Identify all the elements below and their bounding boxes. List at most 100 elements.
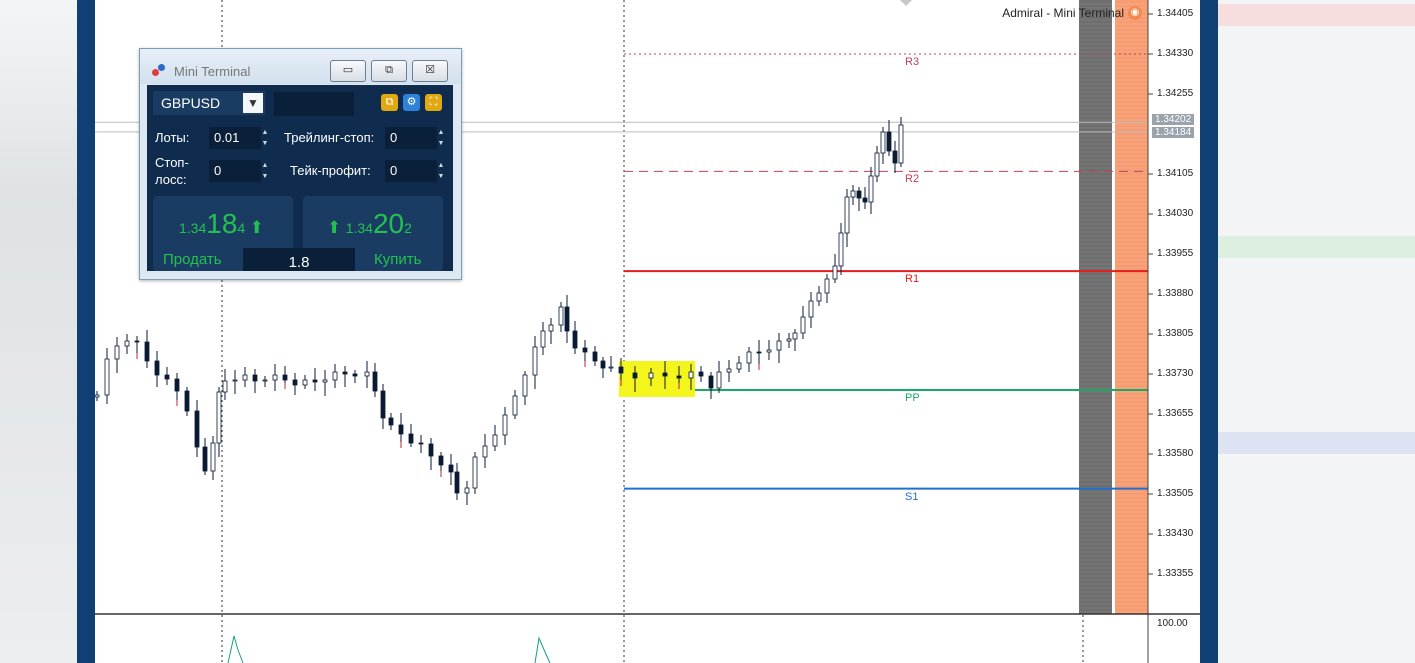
candle-bear [862,197,868,203]
candle-bull [868,175,874,203]
close-button[interactable]: ☒ [412,60,448,82]
stepper-up-icon[interactable]: ▲ [436,127,446,138]
candle-bull [608,366,614,369]
subwindow-scale-label: 100.00 [1157,618,1188,629]
candle-bull [124,340,130,347]
pivot-label-s1: S1 [905,490,919,503]
candle-bull [800,316,806,334]
stepper-down-icon[interactable]: ▼ [436,171,446,182]
buy-price-prefix: 1.34 [345,220,373,236]
candle-bear [352,373,358,377]
candle-bull [95,394,100,398]
expand-icon[interactable]: ⛶ [425,94,442,111]
price-axis-label: 1.33730 [1157,368,1194,379]
indicator-trace [227,635,244,663]
candle-bear [342,371,348,375]
stepper-down-icon[interactable]: ▼ [260,138,270,149]
candle-bear [662,372,668,377]
candle-bull [512,395,518,416]
copy-icon[interactable]: ⧉ [381,94,398,111]
candle-bull [766,349,772,353]
stepper-down-icon[interactable]: ▼ [260,171,270,182]
price-axis-label: 1.33580 [1157,448,1194,459]
candle-bull [492,434,498,447]
candle-bull [540,330,546,348]
stepper-up-icon[interactable]: ▲ [260,160,270,171]
stepper-up-icon[interactable]: ▲ [436,160,446,171]
candle-bear [134,340,140,343]
candle-bull [746,351,752,364]
take-profit-label: Тейк-профит: [290,163,371,178]
price-axis-label: 1.33430 [1157,528,1194,539]
pivot-label-pp: PP [905,392,920,404]
candle-bull [786,338,792,342]
scroll-marker [900,0,912,6]
price-axis-label: 1.33505 [1157,488,1194,499]
stop-loss-label-line1: Стоп- [155,155,189,170]
candle-bull [114,345,120,360]
stop-loss-stepper[interactable]: ▲ ▼ [260,160,270,182]
candle-bear [592,351,598,362]
candle-bear [202,446,208,472]
candle-bull [816,292,822,302]
candle-bear [408,433,414,444]
sell-price-prefix: 1.34 [179,220,207,236]
highlight-box [619,361,695,397]
buy-price-fraction: 2 [404,220,412,236]
stepper-down-icon[interactable]: ▼ [436,138,446,149]
candle-bear [572,330,578,349]
take-profit-input[interactable]: 0 [385,160,437,182]
trailing-stop-input[interactable]: 0 [385,127,437,149]
candle-bull [648,372,654,379]
order-info-field [274,92,354,116]
candle-bear [708,375,714,389]
price-axis-label: 1.34030 [1157,208,1194,219]
price-axis-label: 1.33655 [1157,408,1194,419]
candle-bear [856,190,862,199]
mini-terminal-body: GBPUSD ▼ ⧉ ⚙ ⛶ Лоты: 0.01 ▲ ▼ Трейлинг-ст… [147,85,453,271]
candle-bull [898,124,904,164]
settings-icon[interactable]: ⚙ [403,94,420,111]
price-axis-label: 1.34255 [1157,88,1194,99]
candle-bear [380,390,386,419]
minimize-button[interactable]: ▭ [330,60,366,82]
lots-stepper[interactable]: ▲ ▼ [260,127,270,149]
candle-bear [372,371,378,392]
candle-bull [792,332,798,340]
candle-bull [522,374,528,397]
candle-bear [312,379,318,383]
candle-bull [482,445,488,458]
trailing-stop-label: Трейлинг-стоп: [284,130,375,145]
stepper-up-icon[interactable]: ▲ [260,127,270,138]
mini-terminal-title: Mini Terminal [174,64,251,79]
candle-bull [548,324,554,332]
restore-button[interactable]: ⧉ [371,60,407,82]
chart-window-title: Admiral - Mini Terminal [1002,6,1124,20]
sell-price-pips: 18 [206,208,238,239]
trailing-stop-stepper[interactable]: ▲ ▼ [436,127,446,149]
indicator-trace [534,636,551,663]
candle-bear [252,374,258,382]
chevron-down-icon[interactable]: ▼ [243,93,263,113]
price-axis-label: 1.33955 [1157,248,1194,259]
mini-terminal-titlebar[interactable]: Mini Terminal ▭ ⧉ ☒ [140,49,461,84]
candle-bear [428,443,434,457]
pivot-label-r2: R2 [905,173,920,186]
price-axis-label: 1.34405 [1157,8,1194,19]
stop-loss-input[interactable]: 0 [209,160,261,182]
admiral-logo-icon: ◉ [1128,6,1142,20]
mini-terminal-window[interactable]: Mini Terminal ▭ ⧉ ☒ GBPUSD ▼ ⧉ ⚙ ⛶ Лоты:… [139,48,462,280]
buy-label: Купить [374,251,422,268]
candle-bull [880,131,886,154]
candle-bull [776,340,782,351]
candle-bull [322,379,328,383]
sell-quote: 1.34184 ⬆ [179,208,264,240]
candle-bull [838,232,844,267]
take-profit-stepper[interactable]: ▲ ▼ [436,160,446,182]
lots-input[interactable]: 0.01 [209,127,261,149]
symbol-select[interactable]: GBPUSD ▼ [153,91,265,115]
candle-bull [216,391,222,444]
candle-bear [448,464,454,473]
candle-bear [144,341,150,362]
buy-quote: ⬆ 1.34202 [327,208,412,240]
